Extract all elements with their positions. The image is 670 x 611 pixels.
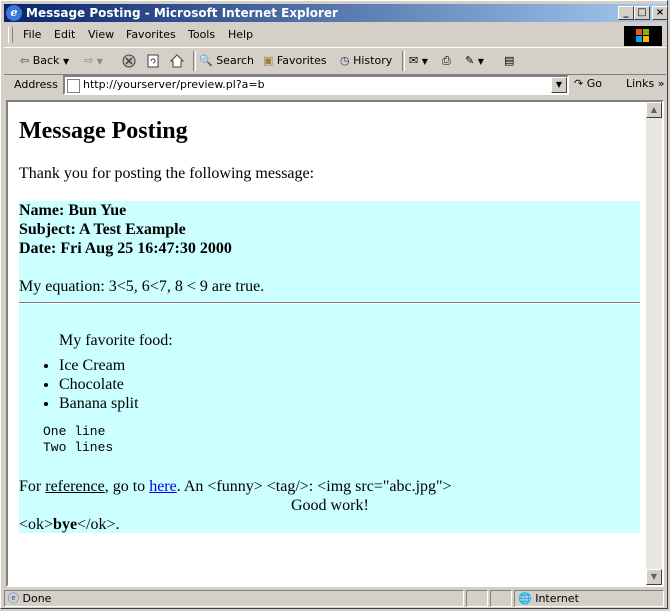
address-input[interactable]: http://yourserver/preview.pl?a=b ▼ [63, 75, 569, 95]
edit-icon: ✎ [465, 54, 475, 67]
back-arrow-icon: ⇦ [20, 54, 30, 67]
preformatted-text: One line Two lines [43, 424, 113, 456]
chevron-right-icon: » [657, 77, 665, 90]
menu-favorites[interactable]: Favorites [126, 28, 176, 41]
globe-icon: 🌐 [518, 592, 532, 605]
status-text: Done [22, 592, 52, 605]
toolbar-separator [402, 51, 405, 71]
vertical-scrollbar[interactable]: ▲ ▼ [646, 102, 662, 585]
page-done-icon: ⓔ [8, 592, 19, 605]
discuss-button[interactable]: ▤ [504, 52, 514, 70]
history-label: History [353, 54, 393, 67]
links-label: Links [626, 77, 655, 90]
chevron-down-icon: ▼ [421, 57, 428, 66]
toolbar-separator [193, 51, 196, 71]
menu-bar: File Edit View Favorites Tools Help [4, 25, 666, 46]
mail-button[interactable]: ✉ ▼ [409, 52, 428, 70]
forward-arrow-icon: ⇨ [84, 54, 94, 67]
zone-text: Internet [535, 592, 579, 605]
message-block: Name: Bun Yue Subject: A Test Example Da… [19, 201, 640, 533]
address-url: http://yourserver/preview.pl?a=b [83, 78, 265, 91]
favorites-button[interactable]: ▣ Favorites [263, 52, 327, 70]
address-dropdown-button[interactable]: ▼ [551, 77, 567, 93]
favorites-icon: ▣ [263, 54, 274, 67]
title-bar[interactable]: e Message Posting - Microsoft Internet E… [4, 4, 668, 22]
chevron-down-icon: ▼ [62, 57, 70, 66]
menu-edit[interactable]: Edit [54, 28, 75, 41]
refresh-button[interactable] [146, 52, 160, 70]
reference-underlined: reference [45, 478, 105, 495]
history-button[interactable]: ◷ History [340, 52, 392, 70]
minimize-button[interactable]: _ [618, 6, 634, 20]
stop-button[interactable] [122, 52, 136, 70]
search-button[interactable]: 🔍 Search [199, 52, 254, 70]
page-title: Message Posting [19, 118, 188, 144]
chevron-down-icon: ▼ [96, 57, 103, 66]
favorites-label: Favorites [276, 54, 327, 67]
pre-line-1: One line [43, 424, 106, 439]
refresh-icon [147, 54, 159, 68]
menu-help[interactable]: Help [228, 28, 253, 41]
here-link[interactable]: here [149, 478, 177, 495]
menu-view[interactable]: View [88, 28, 114, 41]
links-button[interactable]: Links » [626, 77, 665, 90]
date-line: Date: Fri Aug 25 16:47:30 2000 [19, 240, 232, 257]
page-icon [67, 79, 80, 93]
scroll-up-button[interactable]: ▲ [646, 102, 662, 118]
home-icon [169, 54, 185, 68]
home-button[interactable] [169, 52, 185, 70]
forward-button[interactable]: ⇨ ▼ [84, 52, 103, 70]
maximize-button[interactable]: □ [634, 6, 650, 20]
browser-window: e Message Posting - Microsoft Internet E… [0, 0, 668, 609]
search-icon: 🔍 [199, 54, 213, 67]
print-icon: ⎙ [442, 54, 451, 67]
history-icon: ◷ [340, 54, 350, 67]
close-button[interactable]: × [652, 6, 668, 20]
list-item: Banana split [59, 394, 139, 413]
menu-grip [8, 27, 13, 43]
back-label: Back [32, 54, 60, 67]
print-button[interactable]: ⎙ [442, 52, 451, 70]
list-item: Ice Cream [59, 356, 139, 375]
go-button[interactable]: ↷ Go [574, 77, 602, 90]
stop-icon [122, 54, 136, 68]
subject-line: Subject: A Test Example [19, 221, 186, 238]
status-cell [490, 590, 512, 607]
equation-line: My equation: 3<5, 6<7, 8 < 9 are true. [19, 278, 265, 295]
window-title: Message Posting - Microsoft Internet Exp… [26, 6, 338, 20]
scroll-down-button[interactable]: ▼ [646, 569, 662, 585]
edit-button[interactable]: ✎ ▼ [465, 52, 484, 70]
mail-icon: ✉ [409, 54, 419, 67]
address-bar: Address http://yourserver/preview.pl?a=b… [4, 74, 666, 96]
good-work-text: Good work! [291, 497, 369, 514]
chevron-down-icon: ▼ [477, 57, 484, 66]
back-button[interactable]: ⇦ Back ▼ [20, 52, 69, 70]
status-text-cell: ⓔ Done [4, 590, 464, 607]
standard-toolbar: ⇦ Back ▼ ⇨ ▼ 🔍 Search ▣ Favorites ◷ Hist… [4, 47, 666, 75]
menu-file[interactable]: File [23, 28, 41, 41]
name-line: Name: Bun Yue [19, 202, 127, 219]
zone-cell: 🌐 Internet [514, 590, 664, 607]
ie-logo-icon: e [6, 5, 22, 21]
list-item: Chocolate [59, 375, 139, 394]
menu-tools[interactable]: Tools [188, 28, 215, 41]
food-list: Ice Cream Chocolate Banana split [19, 356, 139, 413]
go-label: Go [586, 77, 602, 90]
pre-line-2: Two lines [43, 440, 114, 455]
address-label: Address [14, 78, 58, 91]
activity-indicator [624, 26, 662, 46]
horizontal-rule [19, 302, 640, 304]
status-bar: ⓔ Done 🌐 Internet [4, 589, 666, 608]
go-arrow-icon: ↷ [574, 77, 584, 90]
windows-logo-icon [636, 29, 649, 42]
food-title: My favorite food: [59, 332, 173, 349]
search-label: Search [216, 54, 254, 67]
ok-line: <ok>bye</ok>. [19, 516, 120, 533]
reference-paragraph: For reference, go to here. An <funny> <t… [19, 478, 452, 495]
status-cell [466, 590, 488, 607]
page-viewport[interactable]: Message Posting Thank you for posting th… [6, 100, 664, 587]
intro-text: Thank you for posting the following mess… [19, 165, 315, 182]
discuss-icon: ▤ [504, 54, 515, 67]
